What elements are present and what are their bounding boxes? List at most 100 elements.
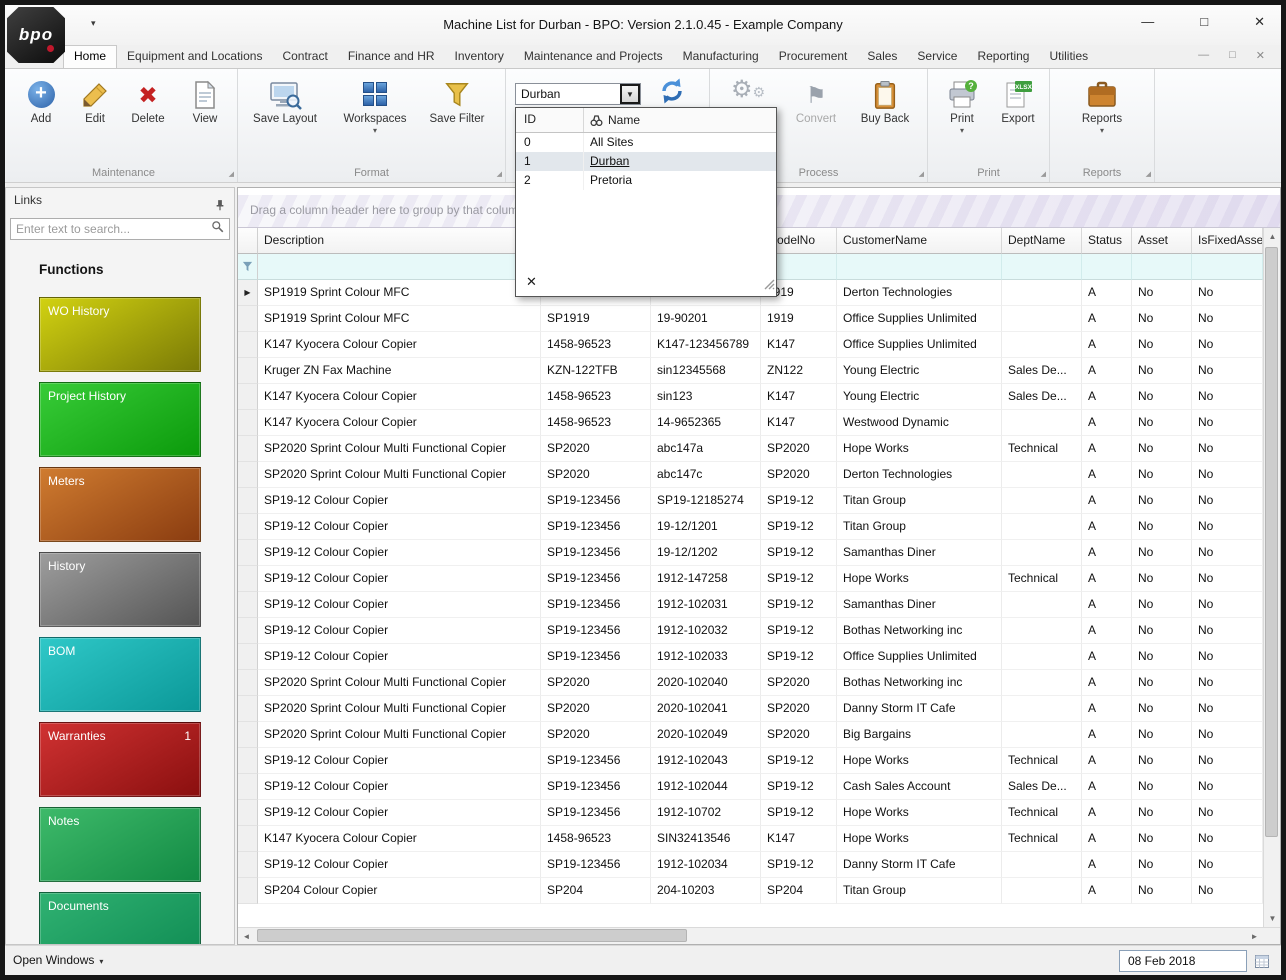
scroll-left-icon[interactable]: ◄ [238, 928, 255, 945]
combo-dropdown-icon[interactable]: ▼ [620, 84, 640, 104]
site-filter-combo[interactable]: ▼ [515, 83, 641, 105]
table-row[interactable]: K147 Kyocera Colour Copier 1458-96523 SIN3… [238, 826, 1263, 852]
table-row[interactable]: SP204 Colour Copier SP204 204-10203 SP204 Ti… [238, 878, 1263, 904]
document-close-icon[interactable]: ✕ [1256, 49, 1265, 62]
function-button-project-history[interactable]: Project History [39, 382, 201, 457]
tab-sales[interactable]: Sales [857, 45, 907, 67]
date-picker[interactable]: 08 Feb 2018 [1119, 950, 1247, 972]
horizontal-scrollbar[interactable]: ◄ ► [238, 927, 1280, 944]
table-row[interactable]: SP19-12 Colour Copier SP19-123456 1912-107… [238, 800, 1263, 826]
save-layout-button[interactable]: Save Layout [250, 76, 320, 126]
workspaces-button[interactable]: Workspaces ▾ [338, 76, 412, 135]
edit-button[interactable]: Edit [72, 76, 118, 126]
table-row[interactable]: SP2020 Sprint Colour Multi Functional Co… [238, 722, 1263, 748]
delete-button[interactable]: ✖ Delete [122, 76, 174, 126]
quick-access-dropdown-icon[interactable]: ▾ [91, 18, 96, 29]
resize-grip-icon[interactable] [762, 277, 775, 295]
filter-cell-description[interactable] [258, 254, 541, 280]
tab-utilities[interactable]: Utilities [1039, 45, 1098, 67]
column-header-dept_name[interactable]: DeptName [1002, 228, 1082, 254]
tab-procurement[interactable]: Procurement [769, 45, 858, 67]
close-button[interactable]: ✕ [1254, 14, 1265, 30]
group-launcher-icon[interactable]: ◢ [497, 171, 502, 178]
function-button-meters[interactable]: Meters [39, 467, 201, 542]
table-row[interactable]: SP2020 Sprint Colour Multi Functional Co… [238, 696, 1263, 722]
clear-filter-button[interactable]: ✕ [526, 274, 537, 290]
table-row[interactable]: SP19-12 Colour Copier SP19-123456 1912-147… [238, 566, 1263, 592]
group-launcher-icon[interactable]: ◢ [1146, 171, 1151, 178]
table-row[interactable]: SP19-12 Colour Copier SP19-123456 1912-102… [238, 852, 1263, 878]
function-button-history[interactable]: History [39, 552, 201, 627]
site-dropdown-col-id[interactable]: ID [516, 108, 584, 132]
table-row[interactable]: K147 Kyocera Colour Copier 1458-96523 K147… [238, 332, 1263, 358]
site-option-all-sites[interactable]: 0 All Sites [516, 133, 776, 152]
document-minimize-icon[interactable]: — [1198, 49, 1209, 62]
function-button-bom[interactable]: BOM [39, 637, 201, 712]
group-launcher-icon[interactable]: ◢ [919, 171, 924, 178]
site-option-durban[interactable]: 1 Durban [516, 152, 776, 171]
filter-cell-asset[interactable] [1132, 254, 1192, 280]
scroll-right-icon[interactable]: ► [1246, 928, 1263, 945]
table-row[interactable]: SP2020 Sprint Colour Multi Functional Co… [238, 436, 1263, 462]
open-windows-button[interactable]: Open Windows ▾ [13, 953, 103, 967]
function-button-notes[interactable]: Notes [39, 807, 201, 882]
document-restore-icon[interactable]: □ [1229, 49, 1236, 62]
filter-cell-dept_name[interactable] [1002, 254, 1082, 280]
column-header-is_fixed_asset[interactable]: IsFixedAsset [1192, 228, 1263, 254]
function-button-wo-history[interactable]: WO History [39, 297, 201, 372]
convert-button[interactable]: ⚑ Convert [786, 76, 846, 126]
search-icon[interactable] [211, 220, 224, 238]
table-row[interactable]: K147 Kyocera Colour Copier 1458-96523 sin1… [238, 384, 1263, 410]
tab-reporting[interactable]: Reporting [967, 45, 1039, 67]
horizontal-scroll-track[interactable] [255, 928, 1246, 944]
table-row[interactable]: SP19-12 Colour Copier SP19-123456 1912-102… [238, 748, 1263, 774]
tab-inventory[interactable]: Inventory [445, 45, 514, 67]
vertical-scroll-track[interactable] [1264, 245, 1280, 910]
horizontal-scroll-thumb[interactable] [257, 929, 687, 942]
reports-button[interactable]: Reports ▾ [1070, 76, 1134, 135]
column-header-customer_name[interactable]: CustomerName [837, 228, 1002, 254]
scroll-up-icon[interactable]: ▲ [1264, 228, 1281, 245]
table-row[interactable]: SP19-12 Colour Copier SP19-123456 SP19-121… [238, 488, 1263, 514]
pin-icon[interactable] [214, 195, 226, 220]
table-row[interactable]: K147 Kyocera Colour Copier 1458-96523 14-9… [238, 410, 1263, 436]
table-row[interactable]: SP19-12 Colour Copier SP19-123456 1912-102… [238, 618, 1263, 644]
search-input[interactable] [11, 222, 211, 236]
table-row[interactable]: SP2020 Sprint Colour Multi Functional Co… [238, 462, 1263, 488]
table-row[interactable]: SP2020 Sprint Colour Multi Functional Co… [238, 670, 1263, 696]
site-filter-input[interactable] [516, 84, 620, 104]
refresh-button[interactable] [648, 72, 696, 109]
group-launcher-icon[interactable]: ◢ [1041, 171, 1046, 178]
column-header-status[interactable]: Status [1082, 228, 1132, 254]
scroll-down-icon[interactable]: ▼ [1264, 910, 1281, 927]
tab-equipment-and-locations[interactable]: Equipment and Locations [117, 45, 272, 67]
save-filter-button[interactable]: Save Filter [424, 76, 490, 126]
table-row[interactable]: Kruger ZN Fax Machine KZN-122TFB sin123455… [238, 358, 1263, 384]
add-button[interactable]: + Add [16, 76, 66, 126]
filter-cell-customer_name[interactable] [837, 254, 1002, 280]
table-row[interactable]: SP19-12 Colour Copier SP19-123456 19-12/12… [238, 540, 1263, 566]
filter-cell-status[interactable] [1082, 254, 1132, 280]
view-button[interactable]: View [182, 76, 228, 126]
site-dropdown-col-name[interactable]: Name [584, 108, 776, 132]
column-header-asset[interactable]: Asset [1132, 228, 1192, 254]
tab-home[interactable]: Home [63, 45, 118, 68]
vertical-scroll-thumb[interactable] [1265, 247, 1278, 837]
print-button[interactable]: ? Print ▾ [938, 76, 986, 135]
tab-service[interactable]: Service [907, 45, 967, 67]
minimize-button[interactable]: — [1141, 14, 1154, 30]
table-row[interactable]: SP1919 Sprint Colour MFC SP1919 19-90201 19… [238, 306, 1263, 332]
tab-manufacturing[interactable]: Manufacturing [673, 45, 769, 67]
function-button-documents[interactable]: Documents [39, 892, 201, 944]
tab-finance-and-hr[interactable]: Finance and HR [338, 45, 445, 67]
column-header-description[interactable]: Description [258, 228, 541, 254]
group-launcher-icon[interactable]: ◢ [229, 171, 234, 178]
table-row[interactable]: SP19-12 Colour Copier SP19-123456 1912-102… [238, 774, 1263, 800]
vertical-scrollbar[interactable]: ▲ ▼ [1263, 228, 1280, 927]
buy-back-button[interactable]: Buy Back [852, 76, 918, 126]
calendar-icon[interactable] [1254, 953, 1270, 969]
site-option-pretoria[interactable]: 2 Pretoria [516, 171, 776, 190]
table-row[interactable]: SP19-12 Colour Copier SP19-123456 1912-102… [238, 592, 1263, 618]
tab-maintenance-and-projects[interactable]: Maintenance and Projects [514, 45, 673, 67]
table-row[interactable]: SP19-12 Colour Copier SP19-123456 19-12/12… [238, 514, 1263, 540]
